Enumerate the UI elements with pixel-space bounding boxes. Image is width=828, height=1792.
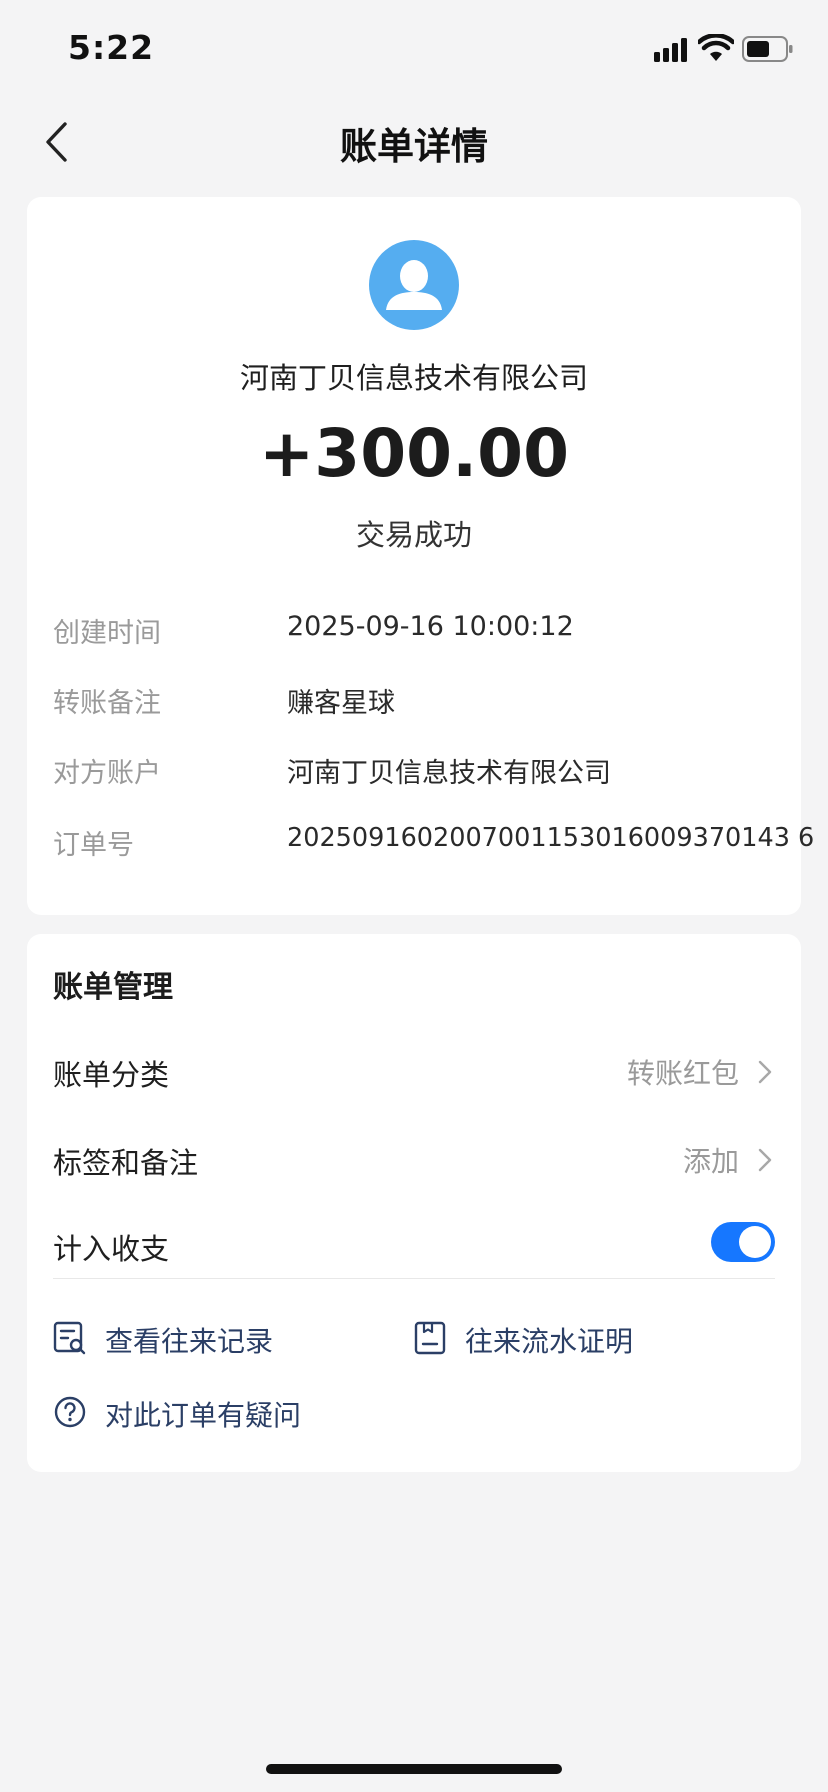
- bill-category-label: 账单分类: [53, 1058, 170, 1092]
- detail-label: 创建时间: [53, 618, 161, 649]
- user-avatar-icon: [386, 260, 442, 310]
- toggle-knob: [739, 1226, 771, 1258]
- bill-detail-screen: 5:22 账单详情 河南丁贝信息技术有限公司 +300.00 交易成功 创建时间…: [0, 0, 828, 1792]
- status-bar: 5:22: [0, 0, 828, 100]
- detail-value: 河南丁贝信息技术有限公司: [287, 758, 611, 789]
- transaction-proof-link[interactable]: 往来流水证明: [413, 1314, 713, 1364]
- section-title: 账单管理: [53, 970, 173, 1005]
- detail-value: 赚客星球: [287, 688, 395, 719]
- status-time: 5:22: [68, 28, 155, 67]
- question-circle-icon: [54, 1396, 86, 1428]
- chevron-right-icon: [758, 1148, 772, 1172]
- divider: [53, 1278, 775, 1279]
- bill-category-value: 转账红包: [626, 1057, 739, 1090]
- chevron-right-icon: [758, 1060, 772, 1084]
- tags-notes-value: 添加: [682, 1145, 739, 1178]
- detail-value: 2025-09-16 10:00:12: [287, 611, 574, 642]
- include-in-budget-row: 计入收支: [53, 1218, 775, 1274]
- tags-notes-row[interactable]: 标签和备注 添加: [53, 1132, 775, 1188]
- include-in-budget-label: 计入收支: [53, 1232, 170, 1266]
- include-in-budget-toggle[interactable]: [711, 1222, 775, 1262]
- order-question-link[interactable]: 对此订单有疑问: [53, 1388, 373, 1438]
- payee-name: 河南丁贝信息技术有限公司: [239, 361, 588, 395]
- detail-label: 对方账户: [53, 758, 161, 789]
- certificate-icon: [414, 1321, 446, 1355]
- wifi-icon: [698, 34, 734, 61]
- nav-bar: 账单详情: [0, 100, 828, 182]
- transaction-status: 交易成功: [355, 518, 472, 552]
- order-number-value: 2025091602007001153016009370143 6: [287, 823, 815, 853]
- order-question-label: 对此订单有疑问: [105, 1399, 302, 1432]
- record-search-icon: [53, 1321, 86, 1355]
- battery-icon: [742, 36, 793, 62]
- detail-label: 订单号: [53, 830, 134, 861]
- bill-management-card: 账单管理 账单分类 转账红包 标签和备注 添加 计入收支 查看往来记录 往来流水…: [27, 934, 801, 1472]
- detail-label: 转账备注: [53, 688, 161, 719]
- transaction-summary-card: 河南丁贝信息技术有限公司 +300.00 交易成功 创建时间 2025-09-1…: [27, 197, 814, 915]
- avatar: [369, 240, 459, 330]
- transaction-amount: +300.00: [259, 415, 569, 492]
- bill-category-row[interactable]: 账单分类 转账红包: [53, 1044, 775, 1100]
- view-history-label: 查看往来记录: [105, 1325, 274, 1358]
- page-title: 账单详情: [340, 125, 488, 168]
- home-indicator: [266, 1764, 562, 1774]
- cellular-signal-icon: [654, 38, 687, 62]
- transaction-proof-label: 往来流水证明: [465, 1325, 634, 1358]
- tags-notes-label: 标签和备注: [53, 1146, 199, 1180]
- view-history-link[interactable]: 查看往来记录: [53, 1314, 353, 1364]
